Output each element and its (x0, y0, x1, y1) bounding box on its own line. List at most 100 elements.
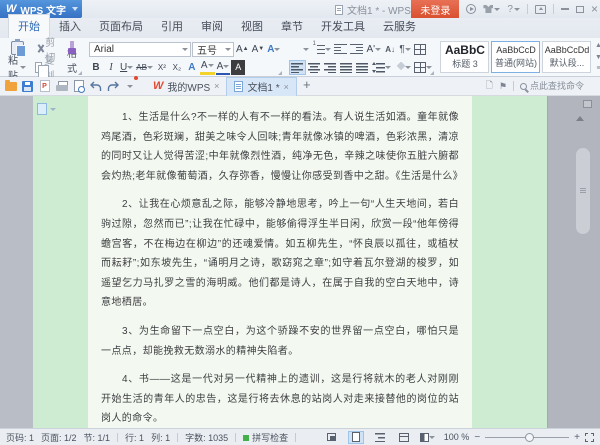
chevron-down-icon (325, 47, 332, 51)
document-text[interactable]: 1、生活是什么?不一样的人有不一样的看法。有人说生活如酒。童年就像鸡尾酒，色彩斑… (88, 96, 472, 428)
document-icon (335, 4, 343, 15)
command-search-input[interactable] (530, 81, 596, 91)
bullet-list-button[interactable] (289, 42, 310, 57)
underline-button[interactable]: U (119, 60, 134, 75)
shrink-font-button[interactable]: A ▼ (251, 42, 266, 57)
doc-mode-icon[interactable]: 🗋 (486, 78, 493, 94)
increase-indent-button[interactable] (349, 42, 364, 57)
style-heading3[interactable]: AaBbC 标题 3 (440, 41, 490, 73)
align-left-button[interactable] (289, 59, 307, 75)
zoom-in-button[interactable]: + (574, 432, 580, 443)
styles-scroll-down[interactable]: ▼ (593, 53, 600, 62)
superscript-button[interactable]: X² (155, 60, 169, 75)
spellcheck-status[interactable]: 拼写检查 (243, 431, 288, 444)
column-indicator: 列: 1 (151, 432, 171, 443)
save-button[interactable] (21, 80, 34, 93)
dialog-launcher-icon[interactable] (430, 71, 435, 75)
scrollbar-thumb[interactable] (576, 148, 590, 234)
new-tab-button[interactable]: + (297, 77, 317, 96)
tab-section[interactable]: 章节 (272, 15, 312, 38)
close-tab-icon[interactable]: × (284, 82, 289, 92)
page-number: 页码: 1 (6, 432, 35, 443)
customize-toolbar-button[interactable] (123, 75, 138, 93)
web-view-button[interactable] (396, 431, 412, 444)
subscript-button[interactable]: X₂ (170, 60, 184, 75)
copy-button[interactable]: 复制 (33, 56, 61, 82)
decrease-indent-button[interactable] (333, 42, 348, 57)
maximize-button[interactable] (575, 5, 584, 13)
dialog-launcher-icon[interactable] (278, 71, 283, 75)
tab-view[interactable]: 视图 (232, 15, 272, 38)
skin-theme-button[interactable] (483, 5, 501, 13)
highlight-color-button[interactable]: A (199, 60, 215, 75)
tab-review[interactable]: 审阅 (192, 15, 232, 38)
page-view-button[interactable] (347, 430, 364, 444)
outline-view-button[interactable] (372, 431, 388, 444)
help-button[interactable]: ? (507, 4, 520, 15)
page-settings-button[interactable] (37, 103, 56, 115)
close-button[interactable]: × (591, 3, 598, 15)
justify-button[interactable] (339, 60, 354, 75)
grow-font-button[interactable]: A ▲ (235, 42, 250, 57)
fit-page-icon[interactable] (585, 432, 594, 442)
collapse-ribbon-icon[interactable] (534, 4, 546, 14)
paste-button[interactable]: 粘贴 (6, 39, 28, 82)
font-color-button[interactable]: A (215, 60, 231, 75)
insert-table-button[interactable] (413, 42, 427, 57)
print-preview-button[interactable] (72, 80, 85, 93)
dialog-launcher-icon[interactable] (78, 71, 82, 75)
section-indicator: 节: 1/1 (83, 432, 111, 443)
italic-button[interactable]: I (104, 60, 118, 75)
character-shading-button[interactable]: A (231, 59, 246, 75)
close-tab-icon[interactable]: × (214, 81, 219, 91)
tab-page-layout[interactable]: 页面布局 (90, 15, 152, 38)
strikethrough-button[interactable]: AB (135, 60, 154, 75)
numbered-list-button[interactable] (311, 41, 332, 57)
scroll-up-arrow[interactable] (576, 116, 584, 121)
command-search[interactable] (520, 81, 596, 91)
style-normal-web[interactable]: AaBbCcD 普通(网站) (491, 41, 541, 73)
zoom-out-button[interactable]: − (474, 432, 480, 443)
tab-dev-tools[interactable]: 开发工具 (312, 15, 374, 38)
show-marks-button[interactable]: ¶ (398, 42, 412, 57)
bold-button[interactable]: B (89, 60, 103, 75)
redo-button[interactable] (106, 80, 119, 93)
fullscreen-view-button[interactable] (324, 431, 340, 444)
tab-references[interactable]: 引用 (152, 15, 192, 38)
style-default[interactable]: AaBbCcDd 默认段... (542, 41, 592, 73)
zoom-slider[interactable] (485, 432, 570, 442)
document-page[interactable]: 1、生活是什么?不一样的人有不一样的看法。有人说生活如酒。童年就像鸡尾酒，色彩斑… (33, 96, 547, 428)
char-scale-button[interactable]: A' (365, 42, 382, 57)
styles-more-button[interactable]: ≡ (593, 64, 600, 73)
line-spacing-button[interactable] (371, 60, 392, 75)
text-effects-button[interactable]: A (185, 60, 199, 75)
minimize-button[interactable] (560, 8, 569, 10)
tab-document1[interactable]: 文档1 * × (226, 76, 297, 96)
zoom-slider-handle[interactable] (525, 432, 535, 442)
eye-protection-button[interactable] (420, 431, 436, 444)
phonetic-guide-button[interactable]: A (266, 42, 281, 57)
zoom-level[interactable]: 100 % (444, 432, 470, 442)
shading-button[interactable] (393, 60, 412, 75)
flag-icon[interactable]: ⚑ (499, 81, 507, 92)
tab-my-wps[interactable]: W 我的WPS × (146, 77, 226, 96)
ruler-toggle-icon[interactable] (583, 100, 592, 108)
font-size-select[interactable]: 五号 (192, 41, 234, 57)
distribute-button[interactable] (355, 60, 370, 75)
word-count[interactable]: 字数: 1035 (185, 431, 228, 444)
open-button[interactable] (4, 79, 17, 93)
align-center-button[interactable] (307, 60, 322, 75)
styles-scroll-up[interactable]: ▲ (593, 41, 600, 50)
tab-cloud[interactable]: 云服务 (374, 15, 425, 38)
tab-home[interactable]: 开始 (8, 14, 50, 38)
play-tutorial-icon[interactable] (466, 4, 477, 14)
format-painter-button[interactable]: 格式刷 (65, 49, 79, 90)
divider (295, 432, 297, 442)
export-pdf-button[interactable]: P (38, 80, 51, 93)
font-family-select[interactable]: Arial (89, 41, 191, 57)
align-right-button[interactable] (323, 60, 338, 75)
print-button[interactable] (55, 80, 68, 93)
sort-button[interactable]: A↓ (383, 42, 397, 57)
undo-button[interactable] (89, 80, 102, 93)
chevron-down-icon (207, 64, 214, 67)
